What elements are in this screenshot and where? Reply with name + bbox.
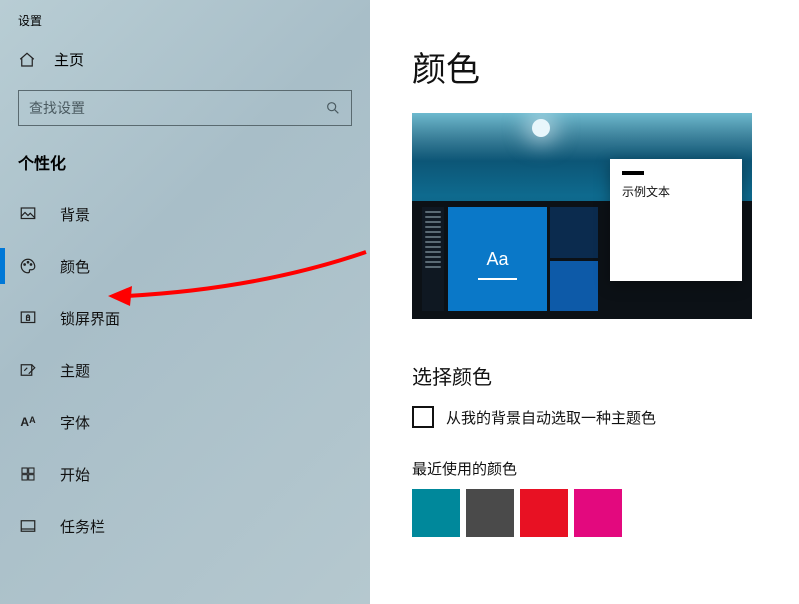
color-swatch[interactable] xyxy=(520,489,568,537)
app-title: 设置 xyxy=(0,8,370,39)
nav-home[interactable]: 主页 xyxy=(0,39,370,80)
sidebar-item-label: 背景 xyxy=(60,204,90,225)
taskbar-icon xyxy=(18,517,38,535)
home-icon xyxy=(18,51,36,69)
font-icon: AA xyxy=(18,415,38,429)
choose-color-title: 选择颜色 xyxy=(412,361,799,390)
preview-sample-window: 示例文本 xyxy=(610,159,742,281)
search-box[interactable] xyxy=(18,90,352,126)
sidebar-item-themes[interactable]: 主题 xyxy=(0,344,370,396)
sidebar-item-label: 颜色 xyxy=(60,256,90,277)
section-title: 个性化 xyxy=(0,144,370,188)
recent-colors-title: 最近使用的颜色 xyxy=(412,458,799,479)
color-preview: Aa 示例文本 xyxy=(412,113,752,319)
lockscreen-icon xyxy=(18,309,38,327)
sidebar-item-colors[interactable]: 颜色 xyxy=(0,240,370,292)
sidebar-item-taskbar[interactable]: 任务栏 xyxy=(0,500,370,552)
color-swatch[interactable] xyxy=(574,489,622,537)
nav-home-label: 主页 xyxy=(54,49,84,70)
auto-color-label: 从我的背景自动选取一种主题色 xyxy=(446,407,656,428)
color-swatch[interactable] xyxy=(412,489,460,537)
image-icon xyxy=(18,205,38,223)
sidebar-item-label: 开始 xyxy=(60,464,90,485)
sidebar-item-label: 主题 xyxy=(60,360,90,381)
auto-color-row[interactable]: 从我的背景自动选取一种主题色 xyxy=(412,406,799,428)
sidebar-item-lockscreen[interactable]: 锁屏界面 xyxy=(0,292,370,344)
sidebar-item-start[interactable]: 开始 xyxy=(0,448,370,500)
preview-background xyxy=(412,113,752,161)
recent-color-swatches xyxy=(412,489,799,537)
start-icon xyxy=(18,466,38,482)
sidebar-item-background[interactable]: 背景 xyxy=(0,188,370,240)
search-icon xyxy=(325,100,341,116)
preview-sun xyxy=(532,119,550,137)
preview-start-panel: Aa xyxy=(422,207,598,311)
preview-start-rail xyxy=(422,207,444,311)
preview-tile xyxy=(550,207,598,258)
sidebar: 设置 主页 个性化 背景 颜色 锁屏界面 主题 xyxy=(0,0,370,604)
page-title: 颜色 xyxy=(412,42,799,91)
preview-sample-bar xyxy=(622,171,644,175)
preview-tile-aa: Aa xyxy=(448,207,547,311)
preview-tiles: Aa xyxy=(448,207,598,311)
palette-icon xyxy=(18,257,38,275)
preview-sample-text: 示例文本 xyxy=(622,183,730,200)
color-swatch[interactable] xyxy=(466,489,514,537)
sidebar-item-label: 字体 xyxy=(60,412,90,433)
auto-color-checkbox[interactable] xyxy=(412,406,434,428)
preview-tile xyxy=(550,261,598,312)
main-content: 颜色 Aa 示例文本 选择颜色 从我的背景自动选取一种主题色 最近使用的颜色 xyxy=(370,0,799,604)
sidebar-item-label: 锁屏界面 xyxy=(60,308,120,329)
sidebar-item-label: 任务栏 xyxy=(60,516,105,537)
search-input[interactable] xyxy=(29,100,289,116)
theme-icon xyxy=(18,361,38,379)
sidebar-item-fonts[interactable]: AA 字体 xyxy=(0,396,370,448)
